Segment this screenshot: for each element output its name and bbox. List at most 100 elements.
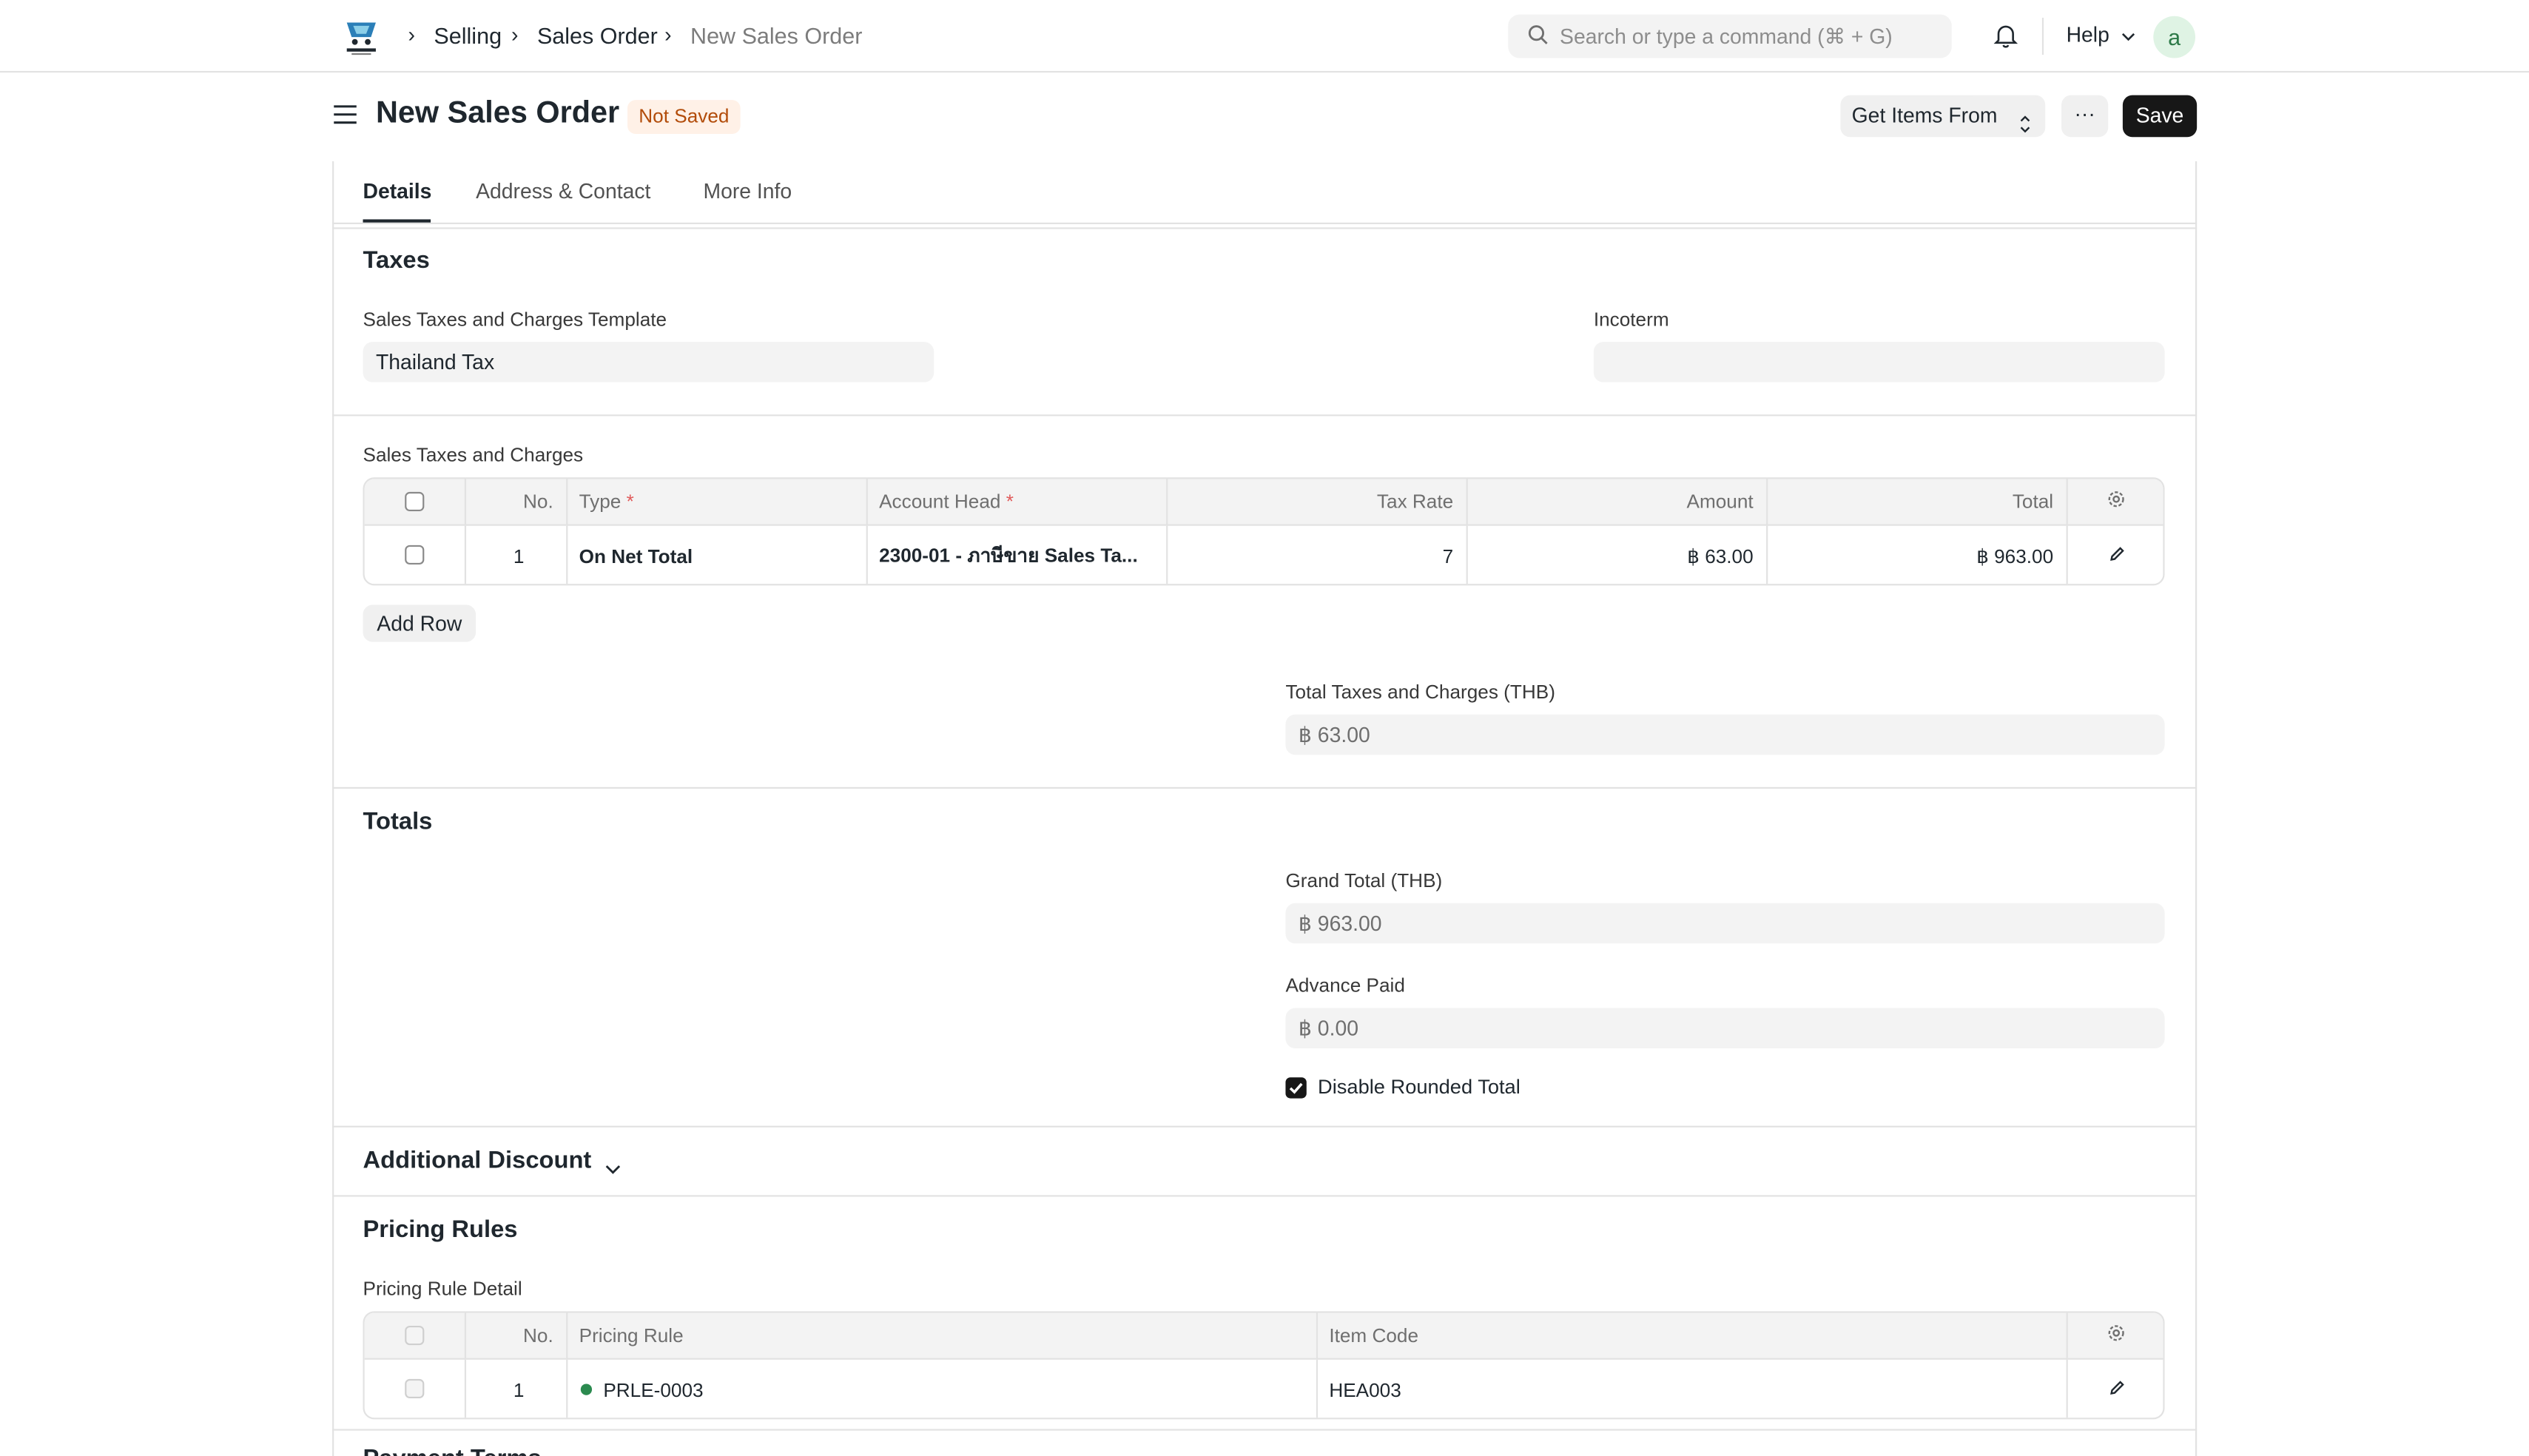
incoterm-field[interactable]	[1593, 342, 2165, 382]
chevron-down-icon[interactable]	[605, 1155, 622, 1184]
row-cell-no: 1	[466, 525, 568, 584]
breadcrumb-chevron-icon: ›	[511, 22, 519, 47]
navbar-divider	[2041, 17, 2044, 55]
breadcrumb-chevron-icon: ›	[408, 22, 416, 47]
pricing-rule-detail-label: Pricing Rule Detail	[363, 1277, 522, 1301]
search-icon	[1527, 24, 1548, 53]
header-label: No.	[523, 1324, 553, 1347]
row-cell-type[interactable]: On Net Total	[568, 525, 868, 584]
header-label: Total	[2012, 490, 2054, 513]
header-cell-account-head: Account Head *	[868, 479, 1168, 525]
search-input[interactable]	[1560, 14, 1939, 58]
header-cell-type: Type *	[568, 479, 868, 525]
help-label: Help	[2066, 22, 2109, 47]
header-label: Pricing Rule	[579, 1324, 684, 1347]
row-checkbox[interactable]	[405, 1378, 425, 1399]
row-cell-edit	[2068, 1360, 2163, 1418]
section-title-totals: Totals	[363, 808, 433, 836]
tab-details[interactable]: Details	[363, 179, 432, 203]
table-row[interactable]: 1 On Net Total 2300-01 - ภาษีขาย Sales T…	[365, 525, 2163, 584]
header-cell-tax-rate: Tax Rate	[1168, 479, 1468, 525]
header-cell-no: No.	[466, 1312, 568, 1358]
gear-icon[interactable]	[2107, 1324, 2126, 1348]
row-cell-amount[interactable]: ฿ 63.00	[1468, 525, 1768, 584]
gear-icon[interactable]	[2107, 490, 2126, 514]
add-row-button[interactable]: Add Row	[363, 604, 476, 642]
save-button[interactable]: Save	[2122, 95, 2198, 138]
header-cell-total: Total	[1768, 479, 2068, 525]
edit-pencil-icon[interactable]	[2108, 545, 2126, 567]
row-cell-item-code[interactable]: HEA003	[1318, 1359, 2068, 1418]
app-window: › Selling › Sales Order › New Sales Orde…	[0, 0, 2529, 1456]
status-dot-icon	[580, 1383, 593, 1395]
header-cell-settings	[2068, 1313, 2163, 1358]
tabs-divider	[332, 222, 2198, 225]
pricing-rule-table: No. Pricing Rule Item Code 1 PRLE-0003 H…	[363, 1311, 2165, 1420]
advance-paid-label: Advance Paid	[1285, 974, 1405, 997]
row-cell-no: 1	[466, 1359, 568, 1418]
row-cell-pricing-rule[interactable]: PRLE-0003	[568, 1359, 1319, 1418]
header-label: Amount	[1686, 490, 1754, 513]
section-title-payment-terms: Payment Terms	[363, 1445, 542, 1456]
search-bar[interactable]	[1508, 14, 1952, 58]
section-divider	[332, 786, 2198, 789]
status-badge: Not Saved	[627, 100, 741, 134]
disable-rounded-total-checkbox[interactable]	[1285, 1077, 1307, 1099]
sales-taxes-template-field[interactable]: Thailand Tax	[363, 342, 935, 382]
breadcrumb-sales-order[interactable]: Sales Order	[537, 23, 658, 49]
row-cell-select	[365, 1359, 467, 1418]
advance-paid-field: ฿ 0.00	[1285, 1008, 2165, 1048]
header-cell-amount: Amount	[1468, 479, 1768, 525]
row-cell-account-head[interactable]: 2300-01 - ภาษีขาย Sales Ta...	[868, 525, 1168, 584]
table-header: No. Pricing Rule Item Code	[364, 1312, 2163, 1360]
section-title-additional-discount[interactable]: Additional Discount	[363, 1147, 592, 1174]
notification-bell-icon[interactable]	[1993, 23, 2018, 57]
header-cell-settings	[2068, 479, 2163, 524]
row-cell-tax-rate[interactable]: 7	[1168, 525, 1468, 584]
navbar: › Selling › Sales Order › New Sales Orde…	[0, 0, 2529, 73]
breadcrumb-current: New Sales Order	[690, 22, 863, 49]
user-avatar[interactable]: a	[2153, 16, 2195, 58]
row-total: ฿ 963.00	[1976, 544, 2054, 567]
breadcrumb-chevron-icon: ›	[664, 22, 672, 47]
row-checkbox[interactable]	[405, 545, 425, 564]
total-taxes-label: Total Taxes and Charges (THB)	[1285, 680, 1555, 704]
sidebar-toggle-icon[interactable]	[332, 104, 358, 134]
disable-rounded-total-label[interactable]: Disable Rounded Total	[1318, 1076, 1521, 1099]
grand-total-field: ฿ 963.00	[1285, 903, 2165, 944]
sales-taxes-table-label: Sales Taxes and Charges	[363, 443, 584, 467]
section-title-taxes: Taxes	[363, 246, 430, 274]
get-items-from-button[interactable]: Get Items From	[1840, 95, 2046, 138]
select-all-checkbox[interactable]	[405, 491, 425, 512]
header-label: No.	[523, 490, 553, 513]
select-all-checkbox[interactable]	[405, 1325, 425, 1346]
header-cell-select	[365, 479, 467, 525]
chevron-down-icon	[2122, 23, 2137, 47]
row-cell-total[interactable]: ฿ 963.00	[1768, 525, 2068, 584]
page-title: New Sales Order	[375, 96, 620, 131]
tab-more-info[interactable]: More Info	[703, 179, 792, 203]
row-amount: ฿ 63.00	[1687, 544, 1754, 567]
table-row[interactable]: 1 PRLE-0003 HEA003	[365, 1359, 2163, 1418]
grand-total-label: Grand Total (THB)	[1285, 869, 1443, 892]
header-cell-select	[365, 1312, 467, 1358]
table-header: No. Type * Account Head * Tax Rate Amoun…	[364, 479, 2163, 526]
breadcrumb-selling[interactable]: Selling	[434, 23, 502, 49]
sales-taxes-table: No. Type * Account Head * Tax Rate Amoun…	[363, 477, 2165, 586]
section-divider	[332, 414, 2198, 417]
get-items-from-label: Get Items From	[1851, 103, 1998, 128]
edit-pencil-icon[interactable]	[2108, 1378, 2126, 1401]
more-actions-button[interactable]: ···	[2061, 95, 2109, 138]
row-no: 1	[513, 544, 525, 567]
header-label: Account Head	[879, 490, 1001, 513]
app-logo[interactable]	[342, 16, 380, 57]
tab-address-contact[interactable]: Address & Contact	[476, 179, 650, 203]
row-no: 1	[513, 1378, 525, 1401]
checkmark-icon	[1289, 1082, 1303, 1094]
section-divider	[332, 1429, 2198, 1431]
row-item-code: HEA003	[1329, 1378, 1401, 1401]
help-dropdown[interactable]: Help	[2067, 23, 2137, 47]
header-cell-no: No.	[466, 479, 568, 525]
row-account-head: 2300-01 - ภาษีขาย Sales Ta...	[879, 543, 1138, 567]
header-label: Item Code	[1329, 1324, 1419, 1347]
